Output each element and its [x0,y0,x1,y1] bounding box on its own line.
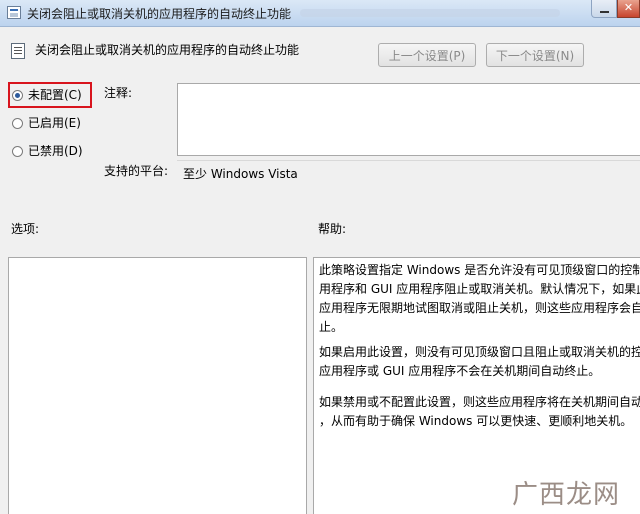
radio-label: 已禁用(D) [28,144,83,158]
radio-indicator[interactable] [12,118,23,129]
help-line: 如果启用此设置，则没有可见顶级窗口且阻止或取消关机的控 [319,345,640,359]
close-button[interactable]: ✕ [617,0,640,18]
options-label: 选项: [11,222,40,236]
supported-platform-value: 至少 Windows Vista [183,167,298,181]
help-line: 止。 [319,320,344,334]
radio-selected-indicator[interactable] [12,90,23,101]
policy-setting-icon [11,43,25,59]
minimize-button[interactable] [591,0,617,18]
radio-enabled[interactable]: 已启用(E) [12,114,81,132]
help-label: 帮助: [318,222,347,236]
site-watermark: 广西龙网 [512,480,621,510]
radio-disabled[interactable]: 已禁用(D) [12,142,83,160]
options-panel[interactable] [8,257,307,514]
radio-label: 已启用(E) [28,116,81,130]
help-line: 此策略设置指定 Windows 是否允许没有可见顶级窗口的控制 [319,263,640,277]
help-line: 用程序和 GUI 应用程序阻止或取消关机。默认情况下，如果此 [319,282,640,296]
supported-platform-label: 支持的平台: [104,164,169,178]
help-line: 应用程序无限期地试图取消或阻止关机，则这些应用程序会自 [319,301,640,315]
title-bar: 关闭会阻止或取消关机的应用程序的自动终止功能 [0,0,640,27]
help-line: 如果禁用或不配置此设置，则这些应用程序将在关机期间自动 [319,395,640,409]
comment-textarea[interactable] [177,83,640,156]
help-paragraph-3: 如果禁用或不配置此设置，则这些应用程序将在关机期间自动 ，从而有助于确保 Win… [319,393,640,431]
radio-label: 未配置(C) [28,88,82,102]
policy-window-icon [7,6,21,19]
radio-indicator[interactable] [12,146,23,157]
help-line: ，从而有助于确保 Windows 可以更快速、更顺利地关机。 [319,414,633,428]
next-setting-button[interactable]: 下一个设置(N) [486,43,584,67]
help-line: 应用程序或 GUI 应用程序不会在关机期间自动终止。 [319,364,601,378]
comment-label: 注释: [104,86,133,100]
blurred-title-text [300,9,560,17]
previous-setting-button[interactable]: 上一个设置(P) [378,43,476,67]
radio-not-configured[interactable]: 未配置(C) [12,86,82,104]
help-paragraph-1: 此策略设置指定 Windows 是否允许没有可见顶级窗口的控制 用程序和 GUI… [319,261,640,337]
policy-title: 关闭会阻止或取消关机的应用程序的自动终止功能 [35,43,300,57]
help-paragraph-2: 如果启用此设置，则没有可见顶级窗口且阻止或取消关机的控 应用程序或 GUI 应用… [319,343,640,381]
window-title: 关闭会阻止或取消关机的应用程序的自动终止功能 [27,7,292,21]
